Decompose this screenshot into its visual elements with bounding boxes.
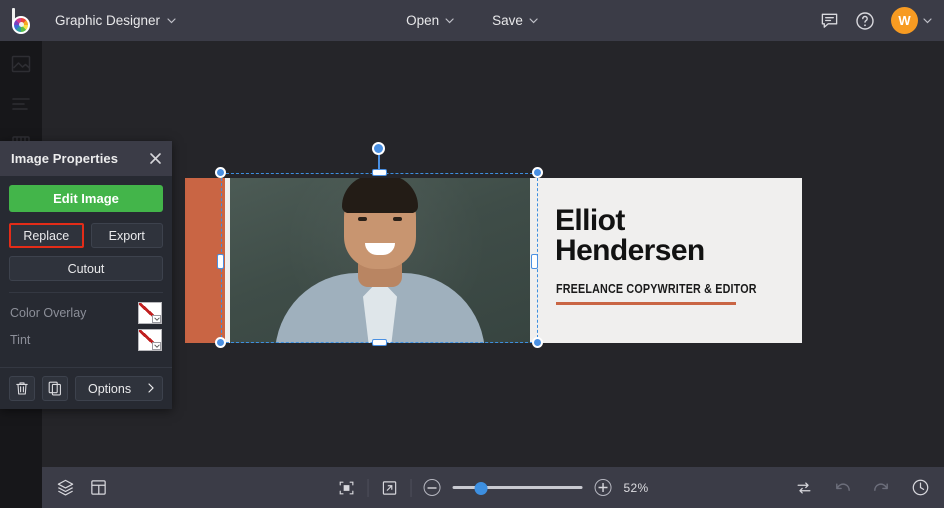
zoom-slider-knob[interactable] (475, 482, 488, 495)
rotate-handle[interactable] (372, 142, 385, 155)
rotate-handle-stem (378, 151, 380, 173)
save-menu-button[interactable]: Save (481, 8, 549, 34)
design-underline-rule (556, 302, 736, 305)
save-menu-label: Save (492, 13, 523, 28)
export-button[interactable]: Export (91, 223, 164, 248)
resize-handle-top-right[interactable] (532, 167, 543, 178)
user-menu[interactable]: W (891, 7, 932, 34)
panel-body: Edit Image Replace Export Cutout Color O… (0, 176, 172, 353)
top-center-menus: Open Save (395, 0, 549, 41)
zoom-out-button[interactable] (424, 479, 441, 496)
chevron-right-icon (148, 382, 154, 396)
zoom-controls: 52% (338, 479, 649, 497)
panel-footer: Options (0, 367, 172, 409)
chevron-down-icon (445, 18, 454, 24)
trash-icon[interactable] (9, 376, 35, 401)
portrait-eye-left (358, 217, 367, 221)
fit-to-screen-icon[interactable] (338, 479, 356, 497)
replace-button[interactable]: Replace (9, 223, 84, 248)
divider (411, 479, 412, 497)
zoom-level-label: 52% (624, 481, 649, 495)
help-circle-icon[interactable] (855, 11, 875, 31)
design-text-block: Elliot Hendersen FREELANCE COPYWRITER & … (543, 178, 802, 343)
cutout-button[interactable]: Cutout (9, 256, 163, 281)
design-subtitle[interactable]: FREELANCE COPYWRITER & EDITOR (556, 282, 757, 296)
color-overlay-row: Color Overlay (9, 299, 163, 326)
close-icon[interactable] (149, 152, 162, 165)
divider (368, 479, 369, 497)
chevron-down-icon[interactable] (152, 342, 161, 350)
document-title-label: Graphic Designer (55, 13, 160, 28)
bottom-right-tools (795, 478, 930, 497)
resize-handle-top-left[interactable] (215, 167, 226, 178)
portrait-hair (342, 178, 418, 213)
image-properties-panel: Image Properties Edit Image Replace Expo… (0, 141, 172, 409)
chevron-down-icon (923, 18, 932, 24)
duplicate-icon[interactable] (42, 376, 68, 401)
edit-image-button[interactable]: Edit Image (9, 185, 163, 212)
chevron-down-icon[interactable] (152, 315, 161, 323)
layers-icon[interactable] (56, 478, 75, 497)
design-name[interactable]: Elliot Hendersen (555, 206, 705, 265)
replace-export-row: Replace Export (9, 223, 163, 248)
tint-swatch[interactable] (138, 329, 162, 351)
design-photo[interactable] (230, 178, 530, 343)
portrait-eye-right (393, 217, 402, 221)
history-clock-icon[interactable] (911, 478, 930, 497)
options-label: Options (88, 382, 131, 396)
tint-row: Tint (9, 326, 163, 353)
tint-label: Tint (10, 333, 30, 347)
zoom-in-button[interactable] (595, 479, 612, 496)
avatar[interactable]: W (891, 7, 918, 34)
color-wheel-icon (12, 16, 30, 34)
document-title-dropdown[interactable]: Graphic Designer (44, 7, 187, 34)
swap-arrows-icon[interactable] (795, 479, 813, 497)
resize-handle-top[interactable] (372, 169, 387, 176)
design-name-line1: Elliot (555, 206, 705, 236)
bottom-bar: 52% (42, 467, 944, 508)
options-button[interactable]: Options (75, 376, 163, 401)
panel-header: Image Properties (0, 141, 172, 176)
design-artboard[interactable]: Elliot Hendersen FREELANCE COPYWRITER & … (185, 178, 802, 343)
open-menu-label: Open (406, 13, 439, 28)
color-overlay-swatch[interactable] (138, 302, 162, 324)
zoom-slider[interactable] (453, 481, 583, 495)
chevron-down-icon (167, 18, 176, 24)
panel-title: Image Properties (11, 151, 118, 166)
design-name-line2: Hendersen (555, 236, 705, 266)
top-bar: Graphic Designer Open Save (0, 0, 944, 41)
open-menu-button[interactable]: Open (395, 8, 465, 34)
design-accent-bar (185, 178, 225, 343)
top-right-actions: W (820, 0, 932, 41)
bottom-left-tools (42, 478, 108, 497)
undo-icon[interactable] (833, 478, 852, 497)
redo-icon[interactable] (872, 478, 891, 497)
page-layout-icon[interactable] (89, 478, 108, 497)
zoom-slider-track (453, 486, 583, 489)
chevron-down-icon (529, 18, 538, 24)
canvas-area[interactable]: Elliot Hendersen FREELANCE COPYWRITER & … (42, 41, 944, 467)
panel-divider (9, 292, 163, 293)
image-icon[interactable] (10, 53, 32, 75)
text-lines-icon[interactable] (10, 93, 32, 115)
color-overlay-label: Color Overlay (10, 306, 86, 320)
expand-arrow-icon[interactable] (381, 479, 399, 497)
chat-bubble-icon[interactable] (820, 11, 839, 30)
app-root: Graphic Designer Open Save (0, 0, 944, 508)
app-logo[interactable] (0, 8, 42, 34)
